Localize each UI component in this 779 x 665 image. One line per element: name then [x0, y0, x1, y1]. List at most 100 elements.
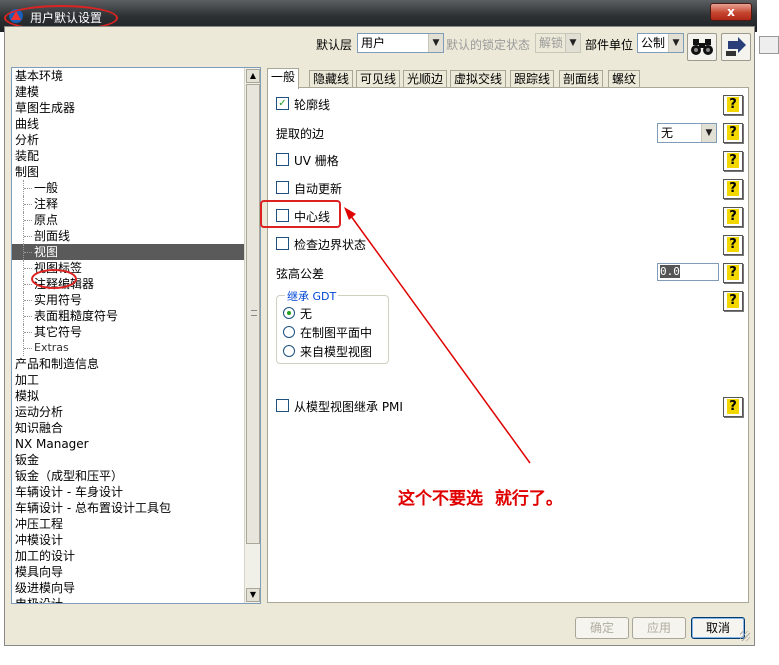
- tree-item[interactable]: 冲模设计: [12, 532, 244, 548]
- help-icon[interactable]: ?: [723, 207, 743, 227]
- question-mark: ?: [727, 209, 739, 224]
- tab-smooth-edges[interactable]: 光顺边: [403, 70, 448, 88]
- help-icon[interactable]: ?: [723, 95, 743, 115]
- units-select[interactable]: 公制 ▼: [637, 33, 684, 53]
- silhouettes-label: 轮廓线: [294, 98, 331, 112]
- help-icon[interactable]: ?: [723, 235, 743, 255]
- tree-item[interactable]: 电极设计: [12, 596, 244, 603]
- help-icon[interactable]: ?: [723, 179, 743, 199]
- tree-item[interactable]: 钣金（成型和压平）: [12, 468, 244, 484]
- tree-scrollbar[interactable]: ▲ ▼: [244, 68, 260, 603]
- tree-item[interactable]: NX Manager: [12, 436, 244, 452]
- export-button[interactable]: [721, 33, 751, 61]
- grip-icon: [251, 310, 257, 316]
- cancel-button[interactable]: 取消: [691, 617, 745, 639]
- tree-item[interactable]: Extras: [12, 340, 244, 356]
- question-mark: ?: [727, 293, 739, 308]
- silhouettes-checkbox[interactable]: ✓: [276, 97, 289, 110]
- chevron-down-icon: ▼: [428, 34, 443, 52]
- scroll-up-icon[interactable]: ▲: [246, 69, 260, 83]
- tree-item[interactable]: 装配: [12, 148, 244, 164]
- uv-grid-checkbox[interactable]: [276, 153, 289, 166]
- tree-item[interactable]: 表面粗糙度符号: [12, 308, 244, 324]
- background-toolbar-icon: [759, 36, 779, 54]
- lock-select-value: 解锁: [539, 36, 564, 50]
- gdt-drawing-plane-label: 在制图平面中: [300, 326, 373, 340]
- apply-button[interactable]: 应用: [632, 617, 686, 639]
- gdt-model-view-radio[interactable]: [283, 345, 295, 357]
- tab-trace-lines[interactable]: 跟踪线: [510, 70, 555, 88]
- tree-item[interactable]: 曲线: [12, 116, 244, 132]
- tree-item[interactable]: 加工的设计: [12, 548, 244, 564]
- layer-select[interactable]: 用户 ▼: [357, 33, 444, 53]
- tree-item[interactable]: 建模: [12, 84, 244, 100]
- ok-button[interactable]: 确定: [575, 617, 629, 639]
- chord-tolerance-label: 弦高公差: [276, 267, 325, 281]
- tree-item[interactable]: 钣金: [12, 452, 244, 468]
- tree-item[interactable]: 注释: [12, 196, 244, 212]
- scroll-down-icon[interactable]: ▼: [246, 588, 260, 602]
- tree-item[interactable]: 制图: [12, 164, 244, 180]
- tree-item[interactable]: 运动分析: [12, 404, 244, 420]
- resize-grip[interactable]: [740, 631, 750, 641]
- chord-tolerance-input[interactable]: 0.0: [657, 263, 719, 281]
- tree-item[interactable]: 原点: [12, 212, 244, 228]
- binoculars-icon: [691, 39, 713, 55]
- tab-section-lines[interactable]: 剖面线: [559, 70, 604, 88]
- tree-item[interactable]: 剖面线: [12, 228, 244, 244]
- tree-item[interactable]: 级进模向导: [12, 580, 244, 596]
- tab-threads[interactable]: 螺纹: [608, 70, 641, 88]
- tree-item[interactable]: 加工: [12, 372, 244, 388]
- question-mark: ?: [727, 237, 739, 252]
- tree-item[interactable]: 模具向导: [12, 564, 244, 580]
- background-window: [757, 0, 779, 665]
- auto-update-checkbox[interactable]: [276, 181, 289, 194]
- tab-general[interactable]: 一般: [267, 68, 300, 89]
- tree-item[interactable]: 车辆设计 - 总布置设计工具包: [12, 500, 244, 516]
- tree-item[interactable]: 分析: [12, 132, 244, 148]
- extracted-edges-select[interactable]: 无 ▼: [657, 123, 717, 143]
- tree-item[interactable]: 知识融合: [12, 420, 244, 436]
- annotation-text: 这个不要选 就行了。: [398, 489, 563, 509]
- units-label: 部件单位: [585, 38, 634, 52]
- tree-item[interactable]: 一般: [12, 180, 244, 196]
- search-button[interactable]: [687, 33, 717, 61]
- tree-item[interactable]: 车辆设计 - 车身设计: [12, 484, 244, 500]
- tab-hidden-lines[interactable]: 隐藏线: [309, 70, 354, 88]
- layer-select-value: 用户: [361, 36, 386, 50]
- help-icon[interactable]: ?: [723, 123, 743, 143]
- gdt-none-radio[interactable]: [283, 307, 295, 319]
- scroll-thumb[interactable]: [246, 84, 260, 544]
- gdt-model-view-label: 来自模型视图: [300, 345, 373, 359]
- tree-item[interactable]: 其它符号: [12, 324, 244, 340]
- gdt-drawing-plane-radio[interactable]: [283, 326, 295, 338]
- gdt-none-label: 无: [300, 307, 313, 321]
- lock-label: 默认的锁定状态: [446, 38, 531, 52]
- chevron-down-icon: ▼: [668, 34, 683, 52]
- boundary-status-checkbox[interactable]: [276, 237, 289, 250]
- question-mark: ?: [727, 399, 739, 414]
- help-icon[interactable]: ?: [723, 151, 743, 171]
- tree-item[interactable]: 冲压工程: [12, 516, 244, 532]
- tree-item[interactable]: 草图生成器: [12, 100, 244, 116]
- help-icon[interactable]: ?: [723, 397, 743, 417]
- question-mark: ?: [727, 181, 739, 196]
- category-tree[interactable]: 基本环境 建模 草图生成器 曲线 分析 装配 制图 一般 注释 原点 剖面线 视图 视图标签 注释编辑器实…: [11, 67, 261, 604]
- tree-item[interactable]: 产品和制造信息: [12, 356, 244, 372]
- help-icon[interactable]: ?: [723, 263, 743, 283]
- tree-item[interactable]: 实用符号: [12, 292, 244, 308]
- chevron-down-icon: ▼: [701, 124, 716, 142]
- close-button[interactable]: x: [710, 3, 752, 21]
- tree-item[interactable]: 模拟: [12, 388, 244, 404]
- tree-item[interactable]: 基本环境: [12, 68, 244, 84]
- inherit-pmi-checkbox[interactable]: [276, 399, 289, 412]
- tab-virtual-intersections[interactable]: 虚拟交线: [450, 70, 507, 88]
- tree-list: 基本环境 建模 草图生成器 曲线 分析 装配 制图 一般 注释 原点 剖面线 视图 视图标签 注释编辑器实…: [12, 68, 244, 603]
- tree-item[interactable]: 视图: [12, 244, 244, 260]
- help-icon[interactable]: ?: [723, 291, 743, 311]
- annotation-ellipse-view: [31, 269, 77, 289]
- export-icon: [726, 37, 746, 56]
- general-panel: ✓ 轮廓线 ? 提取的边 无 ▼ ? UV 栅格 ? 自动更新 ? 中心线 ? …: [267, 87, 749, 603]
- tab-visible-lines[interactable]: 可见线: [356, 70, 401, 88]
- lock-select[interactable]: 解锁 ▼: [535, 33, 581, 53]
